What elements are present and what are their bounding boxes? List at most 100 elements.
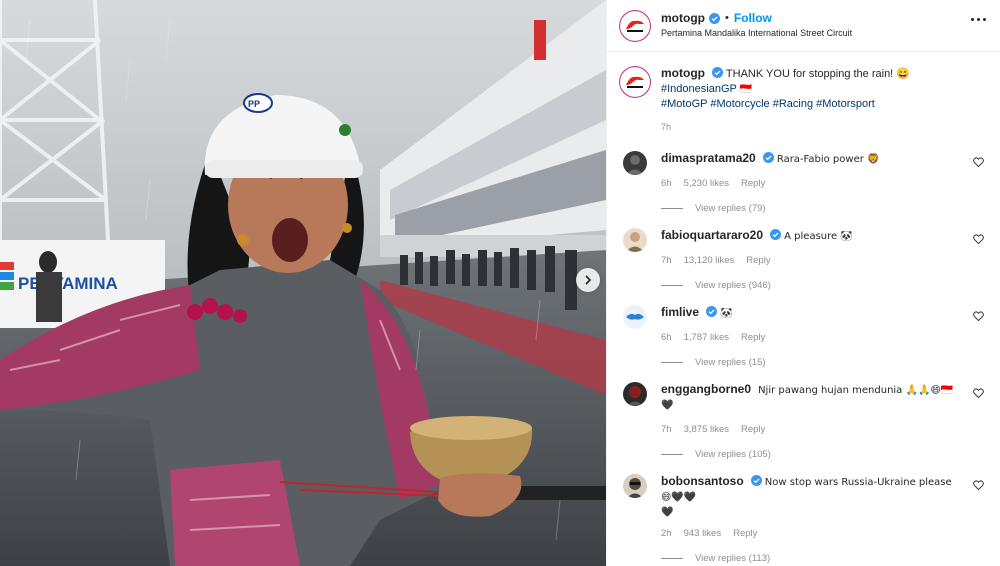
fim-logo-icon — [626, 313, 644, 320]
view-replies-line — [661, 454, 683, 455]
comment-likes[interactable]: 13,120 likes — [684, 255, 735, 266]
like-comment-button[interactable] — [973, 480, 984, 490]
heart-icon — [973, 157, 984, 167]
comment-avatar[interactable] — [623, 228, 647, 252]
user-avatar-icon — [626, 232, 644, 252]
caption-username[interactable]: motogp — [661, 66, 705, 80]
verified-badge-icon — [706, 306, 718, 317]
comment-time[interactable]: 7h — [661, 424, 672, 435]
like-comment-button[interactable] — [973, 311, 984, 321]
view-replies-label: View replies (946) — [695, 280, 771, 291]
comment-item: fimlive 🐼 6h 1,787 likes Reply View repl… — [619, 305, 988, 368]
view-replies-button[interactable]: View replies (105) — [661, 449, 961, 460]
caption-avatar[interactable] — [619, 66, 651, 98]
view-replies-line — [661, 558, 683, 559]
reply-button[interactable]: Reply — [741, 424, 765, 435]
comments-feed[interactable]: motogp THANK YOU for stopping the rain! … — [607, 52, 1000, 564]
comment-time[interactable]: 2h — [661, 528, 672, 539]
verified-badge-icon — [712, 67, 724, 78]
header-username[interactable]: motogp — [661, 11, 705, 26]
view-replies-line — [661, 362, 683, 363]
view-replies-button[interactable]: View replies (113) — [661, 553, 961, 564]
comment-username[interactable]: bobonsantoso — [661, 474, 744, 488]
header-separator: • — [725, 11, 729, 24]
like-comment-button[interactable] — [973, 157, 984, 167]
view-replies-line — [661, 285, 683, 286]
view-replies-label: View replies (105) — [695, 449, 771, 460]
comment-username[interactable]: fimlive — [661, 305, 699, 319]
comment-username[interactable]: enggangborne0 — [661, 382, 751, 396]
view-replies-line — [661, 208, 683, 209]
photo-illustration: PERTAMINA PP — [0, 0, 606, 566]
heart-icon — [973, 234, 984, 244]
motogp-avatar[interactable] — [619, 9, 651, 42]
view-replies-button[interactable]: View replies (15) — [661, 357, 961, 368]
view-replies-button[interactable]: View replies (946) — [661, 280, 961, 291]
hashtag-motogp[interactable]: #MotoGP — [661, 98, 707, 110]
reply-button[interactable]: Reply — [733, 528, 757, 539]
caption-time[interactable]: 7h — [661, 120, 961, 135]
chevron-right-icon — [585, 275, 592, 285]
user-avatar-icon — [627, 386, 643, 406]
post-side-panel: motogp • Follow Pertamina Mandalika Inte… — [606, 0, 1000, 566]
user-avatar-icon — [626, 155, 644, 175]
view-replies-label: View replies (79) — [695, 203, 766, 214]
comment-likes[interactable]: 943 likes — [684, 528, 722, 539]
heart-icon — [973, 311, 984, 321]
comment-avatar[interactable] — [623, 382, 647, 406]
next-image-button[interactable] — [576, 268, 600, 292]
comment-time[interactable]: 7h — [661, 255, 672, 266]
reply-button[interactable]: Reply — [741, 178, 765, 189]
helmet-badge: PP — [248, 99, 260, 109]
like-comment-button[interactable] — [973, 234, 984, 244]
heart-icon — [973, 480, 984, 490]
more-dot-icon — [971, 18, 974, 21]
comment-text-line2: 🖤 — [661, 507, 674, 518]
follow-button[interactable]: Follow — [734, 11, 772, 26]
heart-icon — [973, 388, 984, 398]
comment-avatar[interactable] — [623, 474, 647, 498]
flag-indonesia-icon: 🇮🇩 — [739, 84, 753, 95]
comment-item: bobonsantoso Now stop wars Russia-Ukrain… — [619, 474, 988, 564]
more-dot-icon — [977, 18, 980, 21]
view-replies-label: View replies (15) — [695, 357, 766, 368]
post-photo[interactable]: PERTAMINA PP — [0, 0, 606, 566]
comment-avatar[interactable] — [623, 305, 647, 329]
verified-badge-icon — [709, 12, 720, 24]
reply-button[interactable]: Reply — [746, 255, 770, 266]
post-header: motogp • Follow Pertamina Mandalika Inte… — [607, 0, 1000, 52]
verified-badge-icon — [762, 152, 774, 163]
like-comment-button[interactable] — [973, 388, 984, 398]
comment-time[interactable]: 6h — [661, 178, 672, 189]
comment-time[interactable]: 6h — [661, 332, 672, 343]
comment-item: dimaspratama20 Rara-Fabio power 🦁 6h 5,2… — [619, 151, 988, 214]
comment-username[interactable]: dimaspratama20 — [661, 151, 756, 165]
view-replies-label: View replies (113) — [695, 553, 771, 564]
more-dot-icon — [983, 18, 986, 21]
post-location[interactable]: Pertamina Mandalika International Street… — [661, 26, 852, 41]
motogp-logo-icon — [619, 66, 651, 98]
comment-text: A pleasure 🐼 — [784, 231, 853, 242]
comment-likes[interactable]: 5,230 likes — [684, 178, 729, 189]
view-replies-button[interactable]: View replies (79) — [661, 203, 961, 214]
comment-text: 🐼 — [720, 308, 733, 319]
comment-item: fabioquartararo20 A pleasure 🐼 7h 13,120… — [619, 228, 988, 291]
more-options-button[interactable] — [971, 18, 986, 21]
comment-item: enggangborne0 Njir pawang hujan mendunia… — [619, 382, 988, 460]
hashtag-motorcycle[interactable]: #Motorcycle — [710, 98, 769, 110]
caption-text: THANK YOU for stopping the rain! 😄 — [725, 68, 910, 80]
comment-likes[interactable]: 1,787 likes — [684, 332, 729, 343]
post-caption: motogp THANK YOU for stopping the rain! … — [619, 66, 988, 135]
comment-text: Rara-Fabio power 🦁 — [776, 154, 880, 165]
comment-avatar[interactable] — [623, 151, 647, 175]
hashtag-motorsport[interactable]: #Motorsport — [816, 98, 875, 110]
verified-badge-icon — [770, 229, 782, 240]
hashtag-indonesiangp[interactable]: #IndonesianGP — [661, 83, 737, 95]
comment-username[interactable]: fabioquartararo20 — [661, 228, 763, 242]
verified-badge-icon — [750, 475, 762, 486]
banner-text: PERTAMINA — [18, 274, 118, 293]
user-avatar-icon — [627, 478, 643, 498]
comment-likes[interactable]: 3,875 likes — [684, 424, 729, 435]
hashtag-racing[interactable]: #Racing — [773, 98, 813, 110]
reply-button[interactable]: Reply — [741, 332, 765, 343]
